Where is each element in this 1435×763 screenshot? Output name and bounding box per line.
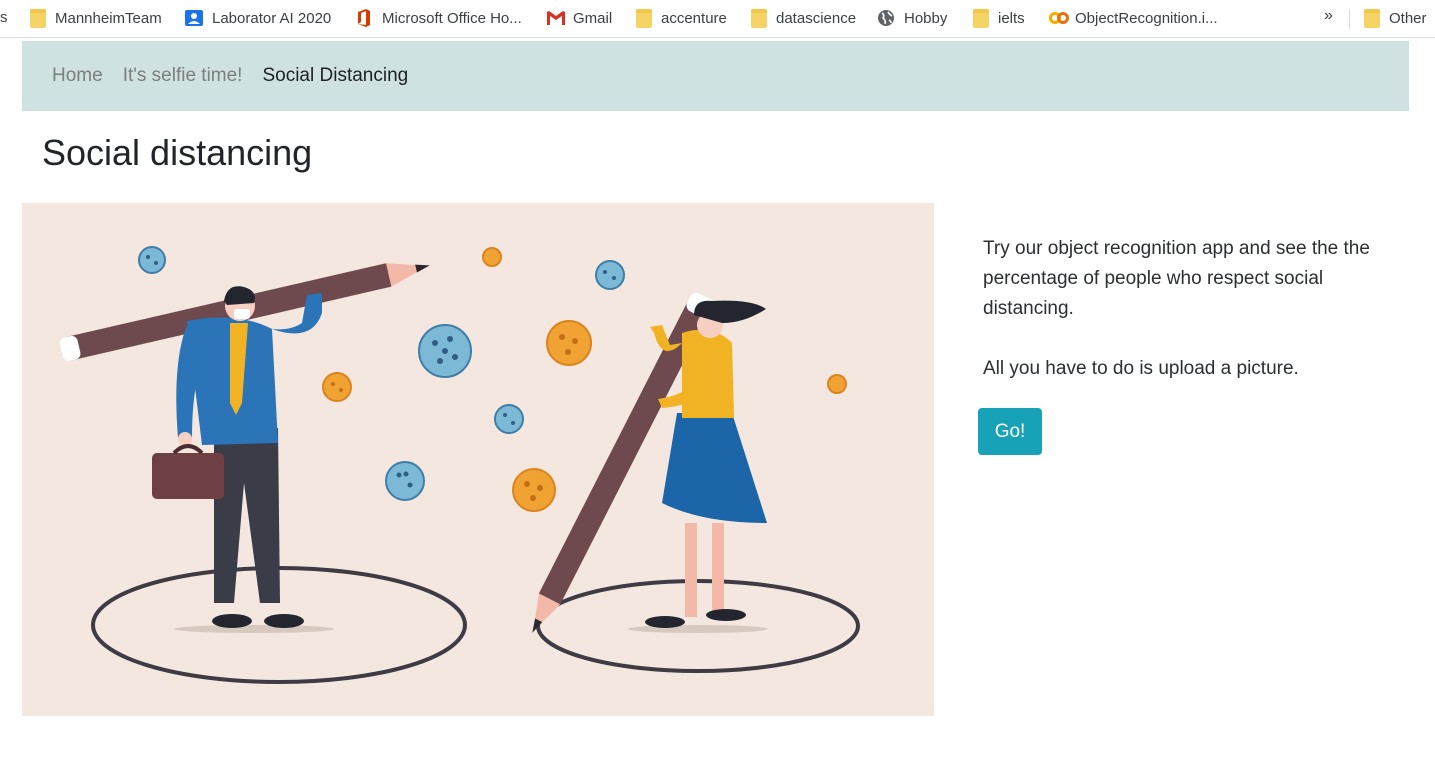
folder-icon [1364,8,1380,28]
page-title: Social distancing [42,132,313,173]
gmail-icon [546,9,565,27]
bookmark-microsoft-office[interactable]: Microsoft Office Ho... [355,0,522,36]
bookmark-label: Microsoft Office Ho... [382,9,522,27]
bookmark-hobby[interactable]: Hobby [877,0,947,36]
go-button[interactable]: Go! [978,408,1042,455]
social-distancing-illustration [22,203,934,716]
nav-link-selfie[interactable]: It's selfie time! [123,65,243,87]
bookmark-label: ObjectRecognition.i... [1075,9,1218,27]
office-icon [355,9,373,27]
bookmark-label: Hobby [904,9,948,27]
bookmark-datascience[interactable]: datascience [751,0,856,36]
folder-icon [973,8,989,28]
folder-icon [30,8,46,28]
bookmark-other[interactable]: Other [1364,0,1427,36]
instruction-text: All you have to do is upload a picture. [983,358,1299,379]
folder-icon [751,8,767,28]
bookmark-gmail[interactable]: Gmail [546,0,612,36]
bookmark-ielts[interactable]: ielts [973,0,1025,36]
colab-icon [1048,9,1069,27]
bookmarks-bar: s MannheimTeam Laborator AI 2020 Microso… [0,0,1435,38]
bookmark-mannheimteam[interactable]: MannheimTeam [30,0,162,36]
classroom-icon [185,9,203,27]
folder-icon [636,8,652,28]
bookmarks-divider [1349,9,1350,29]
intro-text: Try our object recognition app and see t… [983,238,1370,319]
bookmark-accenture[interactable]: accenture [636,0,727,36]
bookmark-label: Other [1389,9,1427,27]
nav-link-home[interactable]: Home [52,65,103,87]
nav-link-social-distancing[interactable]: Social Distancing [262,65,408,87]
bookmarks-overflow-button[interactable]: » [1324,7,1333,25]
globe-icon [877,9,895,27]
bookmark-label: Gmail [573,9,613,27]
bookmark-label: accenture [661,9,727,27]
bookmark-label: MannheimTeam [55,9,162,27]
bookmark-label: Laborator AI 2020 [212,9,332,27]
bookmark-objectrecognition[interactable]: ObjectRecognition.i... [1048,0,1218,36]
bookmark-label: ielts [998,9,1025,27]
bookmark-cut-label[interactable]: s [0,9,8,26]
navbar: Home It's selfie time! Social Distancing [22,41,1409,111]
bookmark-laborator-ai[interactable]: Laborator AI 2020 [185,0,331,36]
bookmark-label: datascience [776,9,857,27]
